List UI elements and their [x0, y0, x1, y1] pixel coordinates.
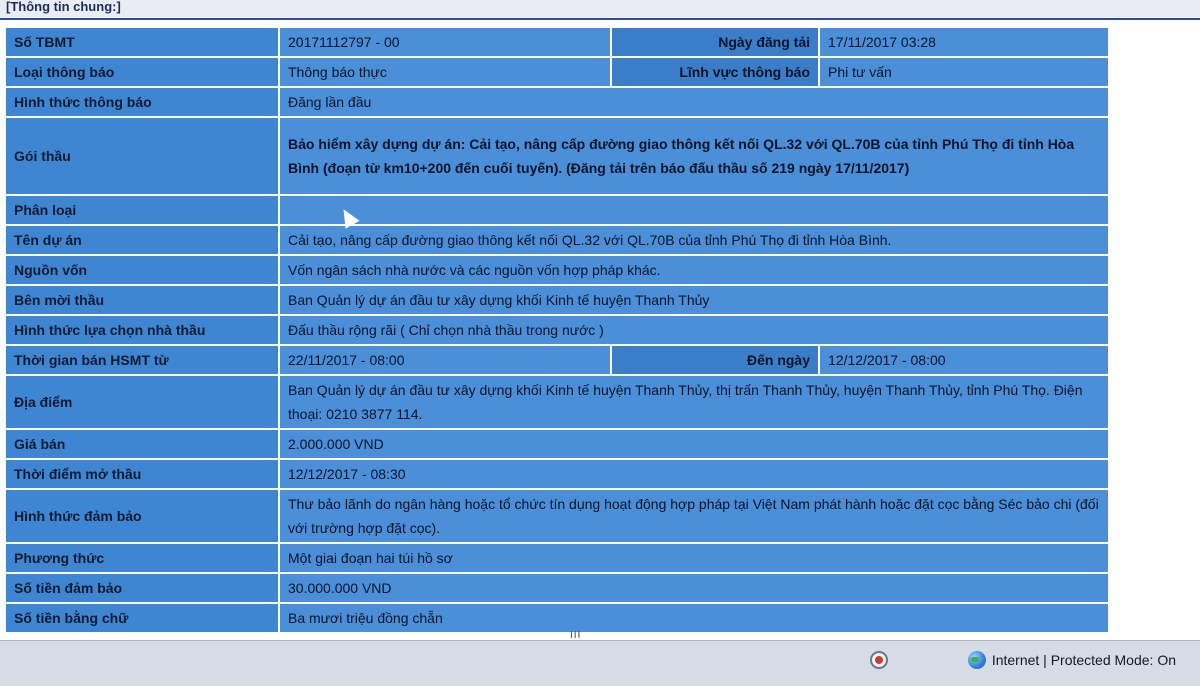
- row-label: Thời gian bán HSMT từ: [6, 346, 278, 374]
- row-value: Cải tạo, nâng cấp đường giao thông kết n…: [280, 226, 1108, 254]
- row-label: Bên mời thầu: [6, 286, 278, 314]
- row-value: Ban Quản lý dự án đầu tư xây dựng khối K…: [280, 286, 1108, 314]
- info-panel: Số TBMT 20171112797 - 00 Ngày đăng tải 1…: [0, 18, 1200, 640]
- table-row: Hình thức đảm bảo Thư bảo lãnh do ngân h…: [6, 490, 1108, 542]
- row-value: Một giai đoạn hai túi hồ sơ: [280, 544, 1108, 572]
- row-label: Loại thông báo: [6, 58, 278, 86]
- globe-icon: [967, 651, 986, 669]
- table-row: Bên mời thầu Ban Quản lý dự án đầu tư xâ…: [6, 286, 1108, 314]
- row-value: 20171112797 - 00: [280, 28, 610, 56]
- row-label: Ngày đăng tải: [612, 28, 818, 56]
- status-bar: Internet | Protected Mode: On: [0, 640, 1200, 686]
- row-value: 22/11/2017 - 08:00: [280, 346, 610, 374]
- row-label: Địa điểm: [6, 376, 278, 428]
- row-label: Lĩnh vực thông báo: [612, 58, 818, 86]
- protected-mode-icon[interactable]: [870, 651, 888, 669]
- table-row: Phương thức Một giai đoạn hai túi hồ sơ: [6, 544, 1108, 572]
- row-label: Hình thức lựa chọn nhà thầu: [6, 316, 278, 344]
- row-value: Thư bảo lãnh do ngân hàng hoặc tổ chức t…: [280, 490, 1108, 542]
- table-row: Số tiền đảm bảo 30.000.000 VND: [6, 574, 1108, 602]
- table-row: Phân loại: [6, 196, 1108, 224]
- table-row: Hình thức thông báo Đăng lần đầu: [6, 88, 1108, 116]
- section-title: [Thông tin chung:]: [6, 0, 121, 14]
- table-row: Giá bán 2.000.000 VND: [6, 430, 1108, 458]
- security-zone-text: Internet | Protected Mode: On: [991, 652, 1176, 668]
- row-label: Gói thầu: [6, 118, 278, 194]
- table-row: Thời điểm mở thầu 12/12/2017 - 08:30: [6, 460, 1108, 488]
- row-value: Ban Quản lý dự án đầu tư xây dựng khối K…: [280, 376, 1108, 428]
- row-label: Thời điểm mở thầu: [6, 460, 278, 488]
- row-label: Phương thức: [6, 544, 278, 572]
- table-row: Loại thông báo Thông báo thực Lĩnh vực t…: [6, 58, 1108, 86]
- row-label: Nguồn vốn: [6, 256, 278, 284]
- row-label: Số tiền bằng chữ: [6, 604, 278, 632]
- row-label: Tên dự án: [6, 226, 278, 254]
- row-label: Đến ngày: [612, 346, 818, 374]
- row-value: 30.000.000 VND: [280, 574, 1108, 602]
- table-row: Số tiền bằng chữ Ba mươi triệu đồng chẵn: [6, 604, 1108, 632]
- row-label: Giá bán: [6, 430, 278, 458]
- row-value: Vốn ngân sách nhà nước và các nguồn vốn …: [280, 256, 1108, 284]
- row-label: Số tiền đảm bảo: [6, 574, 278, 602]
- row-label: Phân loại: [6, 196, 278, 224]
- row-value: Phi tư vấn: [820, 58, 1108, 86]
- table-row: Thời gian bán HSMT từ 22/11/2017 - 08:00…: [6, 346, 1108, 374]
- table-row: Nguồn vốn Vốn ngân sách nhà nước và các …: [6, 256, 1108, 284]
- row-value: [280, 196, 1108, 224]
- table-row: Địa điểm Ban Quản lý dự án đầu tư xây dự…: [6, 376, 1108, 428]
- row-value: Bảo hiểm xây dựng dự án: Cải tạo, nâng c…: [280, 118, 1108, 194]
- row-value: 12/12/2017 - 08:00: [820, 346, 1108, 374]
- table-row: Gói thầu Bảo hiểm xây dựng dự án: Cải tạ…: [6, 118, 1108, 194]
- table-row: Số TBMT 20171112797 - 00 Ngày đăng tải 1…: [6, 28, 1108, 56]
- table-row: Tên dự án Cải tạo, nâng cấp đường giao t…: [6, 226, 1108, 254]
- row-value: 2.000.000 VND: [280, 430, 1108, 458]
- row-value: Đăng lần đầu: [280, 88, 1108, 116]
- row-label: Hình thức đảm bảo: [6, 490, 278, 542]
- row-label: Số TBMT: [6, 28, 278, 56]
- row-value: Thông báo thực: [280, 58, 610, 86]
- security-zone[interactable]: Internet | Protected Mode: On: [967, 651, 1176, 669]
- row-label: Hình thức thông báo: [6, 88, 278, 116]
- row-value: Đấu thầu rộng rãi ( Chỉ chọn nhà thầu tr…: [280, 316, 1108, 344]
- row-value: 12/12/2017 - 08:30: [280, 460, 1108, 488]
- row-value: 17/11/2017 03:28: [820, 28, 1108, 56]
- row-value: Ba mươi triệu đồng chẵn: [280, 604, 1108, 632]
- info-table: Số TBMT 20171112797 - 00 Ngày đăng tải 1…: [4, 26, 1110, 634]
- table-row: Hình thức lựa chọn nhà thầu Đấu thầu rộn…: [6, 316, 1108, 344]
